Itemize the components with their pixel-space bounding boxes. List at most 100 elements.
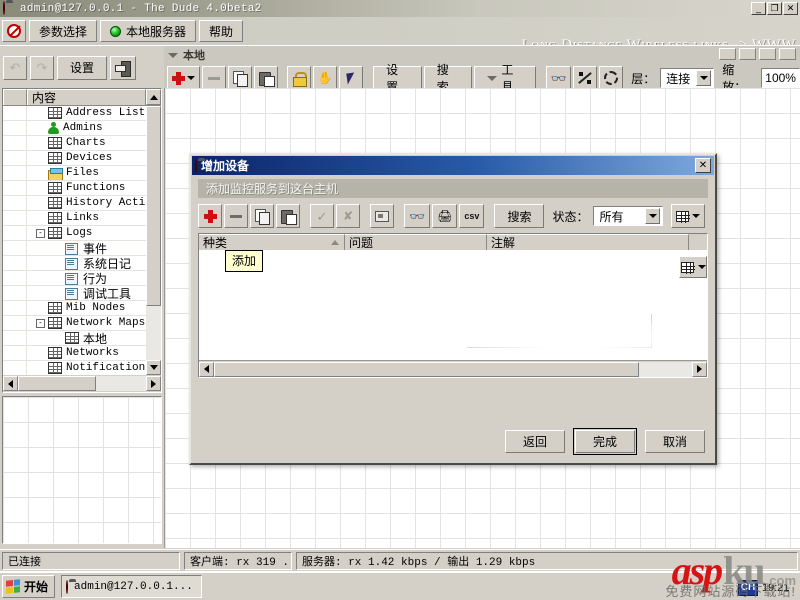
export-button[interactable] [110,55,137,80]
dialog-column-header[interactable]: 注解 [487,234,689,250]
copy-button[interactable] [227,66,252,90]
tree-item-devices[interactable]: Devices [3,151,161,166]
close-button[interactable]: ✕ [783,2,798,15]
tree-scroll-left-button[interactable] [3,376,18,391]
dialog-list-columns-button[interactable] [679,256,707,278]
select-tool-button[interactable] [339,66,364,90]
tree-vertical-scrollbar[interactable] [146,106,161,375]
tree-item-行为[interactable]: 行为 [3,271,161,286]
tree-hscroll-track[interactable] [18,376,146,391]
tree-item-network-maps[interactable]: - Network Maps [3,316,161,331]
content-tree[interactable]: 内容 Address List Admins Charts Devices Files F… [2,88,162,393]
dialog-remove-button[interactable] [224,204,248,228]
map-settings-button[interactable]: 设置 [373,63,422,94]
tree-item-networks[interactable]: Networks [3,346,161,361]
disconnect-button[interactable] [2,20,26,42]
dialog-scroll-right-button[interactable] [692,361,707,377]
tree-item-logs[interactable]: - Logs [3,226,161,241]
dialog-card-button[interactable] [370,204,394,228]
clock[interactable]: 19:21 [762,582,796,594]
tree-item-mib-nodes[interactable]: Mib Nodes [3,301,161,316]
tree-hscroll-thumb[interactable] [18,376,96,391]
undo-button[interactable]: ↶ [3,55,27,80]
view-mode-3-button[interactable] [759,48,776,60]
tree-expander-icon[interactable]: - [36,318,45,328]
dialog-service-list[interactable]: 种类 问题 注解 添加 [198,233,708,378]
find-button[interactable]: 👓 [545,66,572,90]
dialog-search-button[interactable]: 搜索 [494,204,545,228]
layer-select[interactable]: 连接 [660,68,715,88]
dialog-status-select[interactable]: 所有 [593,206,664,226]
minus-icon [230,214,242,218]
table-icon [48,182,62,194]
tree-item-事件[interactable]: 事件 [3,241,161,256]
dialog-list-hscrollbar[interactable] [199,360,707,377]
left-settings-button[interactable]: 设置 [57,55,108,80]
paste-button[interactable] [253,66,278,90]
dialog-button-finish[interactable]: 完成 [573,428,637,455]
restore-button[interactable]: ❐ [767,2,782,15]
dialog-disable-button[interactable]: ✘ [336,204,360,228]
tree-header-content[interactable]: 内容 [27,89,146,105]
chevron-down-icon[interactable] [645,208,661,224]
dialog-columns-button[interactable] [671,204,706,228]
dialog-hscroll-thumb[interactable] [214,361,639,377]
add-link-button[interactable] [573,66,598,90]
ime-indicator[interactable]: CH [738,579,758,596]
dialog-hscroll-track[interactable] [214,361,692,377]
local-server-button[interactable]: 本地服务器 [100,20,197,42]
table-icon [48,212,62,224]
tree-item-本地[interactable]: 本地 [3,331,161,346]
map-tools-button[interactable]: 工具 [474,63,537,94]
view-mode-2-button[interactable] [739,48,756,60]
tree-scroll-down-button[interactable] [146,360,161,375]
tree-vscroll-thumb[interactable] [146,106,161,306]
dialog-add-button[interactable] [198,204,222,228]
remove-device-button[interactable] [201,66,226,90]
add-device-button[interactable] [167,66,200,90]
tree-item-links[interactable]: Links [3,211,161,226]
dialog-column-label: 种类 [203,236,228,250]
tree-expander-icon[interactable]: - [36,228,45,238]
start-button[interactable]: 开始 [2,575,56,598]
dialog-button-[interactable]: 取消 [645,430,705,453]
chevron-down-icon[interactable] [696,70,712,86]
view-mode-1-button[interactable] [719,48,736,60]
tree-item-address-list[interactable]: Address List [3,106,161,121]
tree-item-系统日记[interactable]: 系统日记 [3,256,161,271]
dialog-scroll-left-button[interactable] [199,361,214,377]
dialog-csv-button[interactable]: csv [459,204,485,228]
dialog-close-button[interactable]: ✕ [695,158,711,173]
zoom-input[interactable]: 100% [761,68,800,88]
preferences-button[interactable]: 参数选择 [29,20,98,42]
dialog-column-header[interactable]: 问题 [345,234,487,250]
tree-item-files[interactable]: Files [3,166,161,181]
tree-body[interactable]: Address List Admins Charts Devices Files Func… [3,106,161,391]
dialog-button-[interactable]: 返回 [505,430,565,453]
dialog-find-button[interactable]: 👓 [404,204,431,228]
tree-item-history-acti[interactable]: History Acti [3,196,161,211]
map-search-button[interactable]: 搜索 [423,63,473,94]
view-mode-4-button[interactable] [779,48,796,60]
redo-button[interactable]: ↷ [30,55,54,80]
tree-scroll-right-button[interactable] [146,376,161,391]
tree-item-调试工具[interactable]: 调试工具 [3,286,161,301]
lock-button[interactable] [287,66,312,90]
help-button[interactable]: 帮助 [199,20,244,42]
dialog-paste-button[interactable] [276,204,300,228]
dialog-enable-button[interactable]: ✓ [310,204,334,228]
pan-tool-button[interactable]: ✋ [313,66,338,90]
dialog-print-button[interactable]: 🖨 [432,204,458,228]
dialog-copy-button[interactable] [250,204,274,228]
tree-item-notification[interactable]: Notification [3,361,161,376]
tree-horizontal-scrollbar[interactable] [3,375,161,392]
tree-item-charts[interactable]: Charts [3,136,161,151]
taskbar-item-dude[interactable]: admin@127.0.0.1... [61,575,202,598]
dialog-column-header[interactable]: 种类 [199,234,345,250]
tree-item-admins[interactable]: Admins [3,121,161,136]
minimize-button[interactable]: _ [751,2,766,15]
tree-item-functions[interactable]: Functions [3,181,161,196]
printer-icon: 🖨 [437,209,453,223]
tree-scroll-up-button[interactable] [146,89,161,105]
polygon-button[interactable] [599,66,624,90]
